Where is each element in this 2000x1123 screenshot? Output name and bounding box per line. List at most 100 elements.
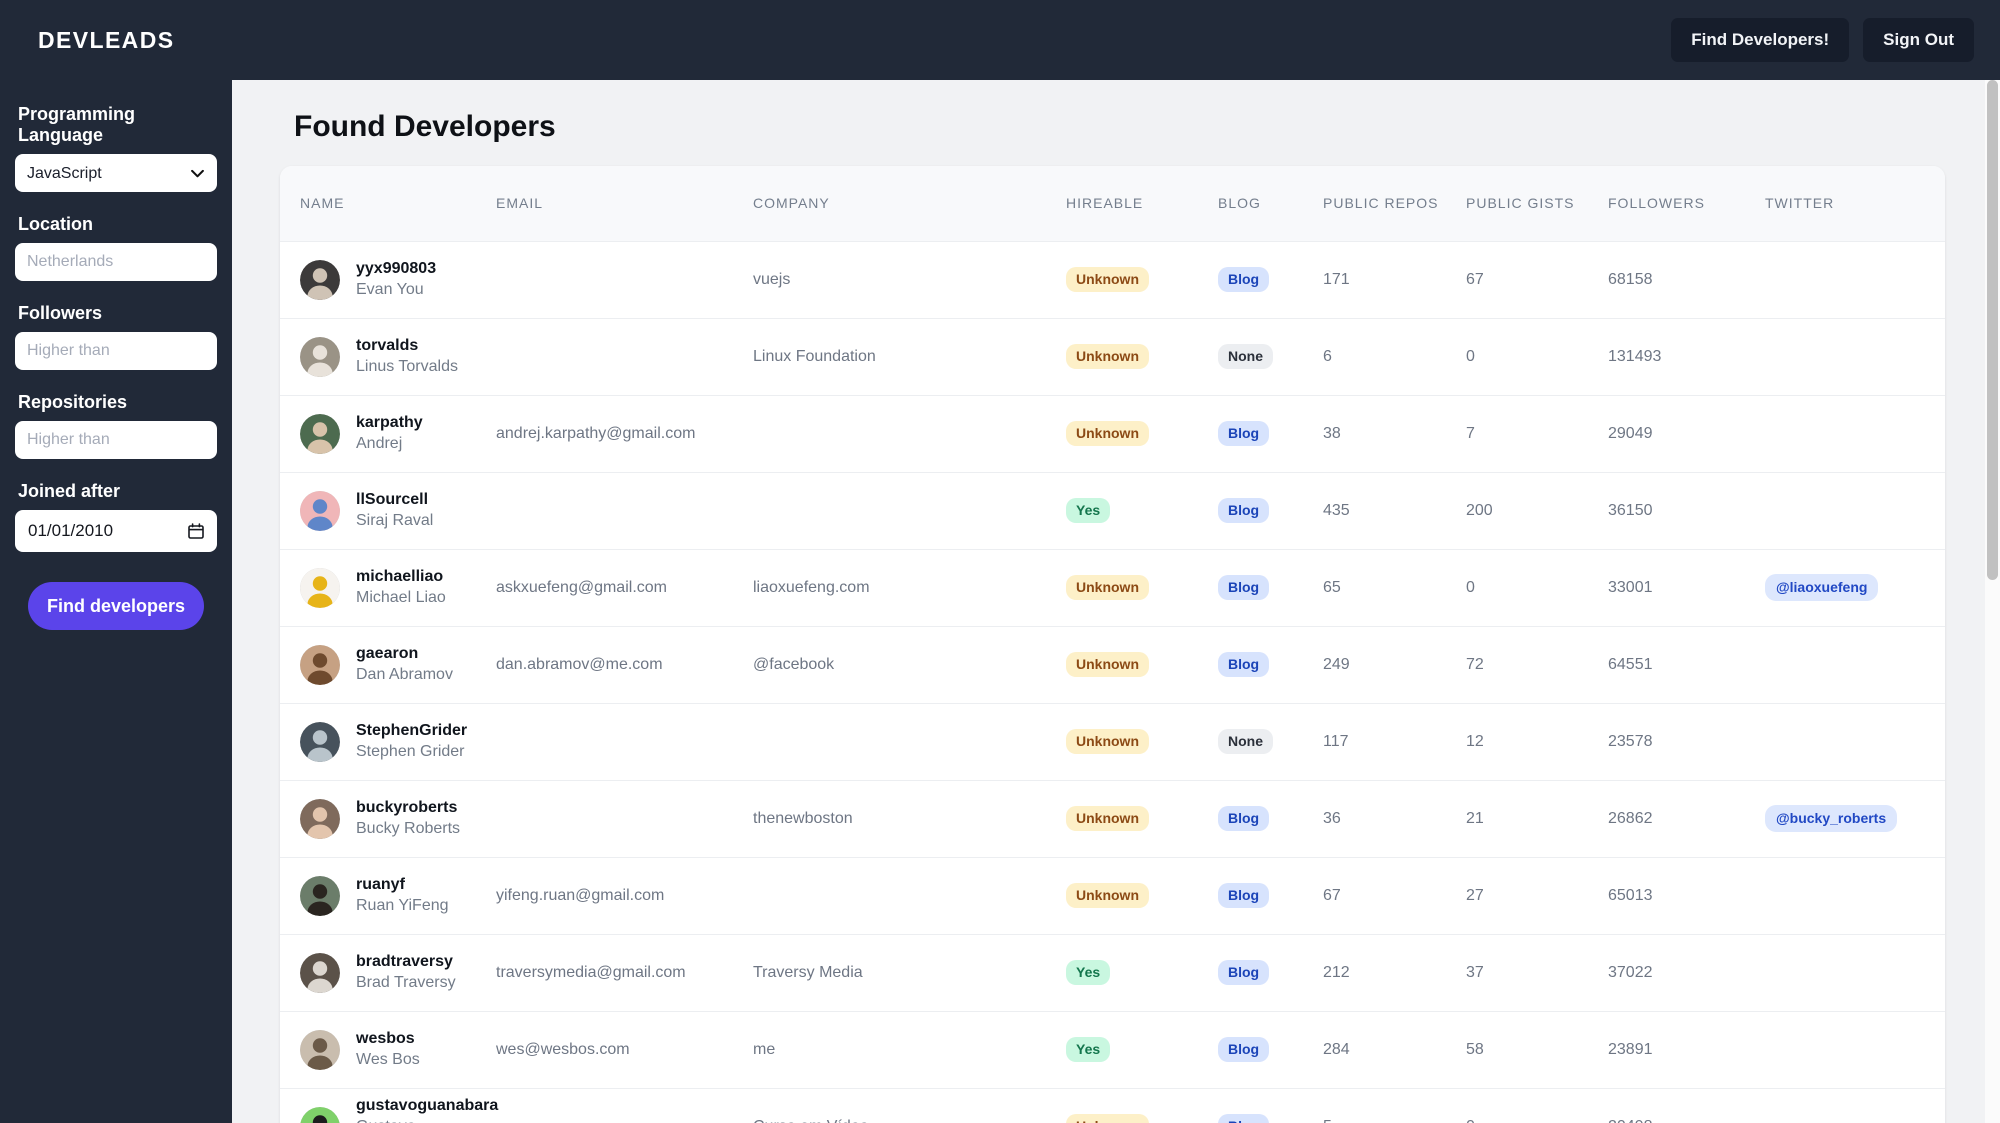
developer-login[interactable]: ruanyf [356, 876, 405, 893]
developer-name: Wes Bos [356, 1051, 420, 1068]
twitter-badge[interactable]: @bucky_roberts [1765, 805, 1897, 832]
developer-login[interactable]: llSourcell [356, 491, 428, 508]
cell-twitter[interactable] [1765, 472, 1945, 549]
hireable-badge: Yes [1066, 960, 1110, 985]
cell-email [496, 318, 753, 395]
cell-blog[interactable]: Blog [1218, 395, 1323, 472]
table-row[interactable]: StephenGriderStephen GriderUnknownNone11… [280, 703, 1945, 780]
cell-followers: 23891 [1608, 1011, 1765, 1088]
developer-login[interactable]: wesbos [356, 1030, 415, 1047]
developer-login[interactable]: gustavoguanabara [356, 1097, 498, 1114]
page-scrollbar-thumb[interactable] [1987, 80, 1998, 580]
language-select-wrapper: JavaScript [15, 154, 217, 192]
cell-public-gists: 67 [1466, 241, 1608, 318]
cell-blog[interactable]: Blog [1218, 857, 1323, 934]
cell-twitter[interactable] [1765, 626, 1945, 703]
main-content: Found Developers NAME EMAIL COMPANY HIRE… [232, 80, 2000, 1123]
cell-blog[interactable]: Blog [1218, 934, 1323, 1011]
table-row[interactable]: karpathyAndrejandrej.karpathy@gmail.com U… [280, 395, 1945, 472]
app-logo[interactable]: DEVLEADS [38, 27, 174, 54]
cell-name: karpathyAndrej [280, 395, 496, 472]
cell-name: wesbos Wes Bos [280, 1011, 496, 1088]
table-header-row: NAME EMAIL COMPANY HIREABLE BLOG PUBLIC … [280, 166, 1945, 241]
cell-email: andrej.karpathy@gmail.com [496, 395, 753, 472]
cell-company: Curso em Vídeo [753, 1088, 1066, 1123]
developer-login[interactable]: gaearon [356, 645, 418, 662]
table-row[interactable]: michaelliaoMichael Liaoaskxuefeng@gmail.… [280, 549, 1945, 626]
cell-public-repos: 117 [1323, 703, 1466, 780]
twitter-badge[interactable]: @liaoxuefeng [1765, 574, 1878, 601]
cell-twitter[interactable] [1765, 395, 1945, 472]
hireable-badge: Unknown [1066, 1114, 1149, 1123]
cell-public-gists: 37 [1466, 934, 1608, 1011]
avatar [300, 414, 340, 454]
cell-hireable: Unknown [1066, 395, 1218, 472]
table-row[interactable]: gustavoguanabaraGustavo GuanabaraCurso e… [280, 1088, 1945, 1123]
cell-company: vuejs [753, 241, 1066, 318]
developer-login[interactable]: karpathy [356, 414, 423, 431]
table-row[interactable]: torvaldsLinus TorvaldsLinux FoundationUn… [280, 318, 1945, 395]
table-row[interactable]: bradtraversyBrad Traversytraversymedia@g… [280, 934, 1945, 1011]
developer-login[interactable]: StephenGrider [356, 722, 467, 739]
main-scroll-track[interactable] [1975, 80, 1985, 1123]
cell-email [496, 472, 753, 549]
cell-blog[interactable]: Blog [1218, 472, 1323, 549]
cell-public-gists: 200 [1466, 472, 1608, 549]
column-header-public-gists: PUBLIC GISTS [1466, 166, 1608, 241]
cell-blog[interactable]: Blog [1218, 780, 1323, 857]
column-header-company: COMPANY [753, 166, 1066, 241]
location-input[interactable] [15, 243, 217, 281]
hireable-badge: Unknown [1066, 806, 1149, 831]
table-header: NAME EMAIL COMPANY HIREABLE BLOG PUBLIC … [280, 166, 1945, 241]
developer-login[interactable]: michaelliao [356, 568, 443, 585]
column-header-email: EMAIL [496, 166, 753, 241]
find-developers-nav-button[interactable]: Find Developers! [1671, 18, 1849, 62]
blog-badge: Blog [1218, 883, 1269, 908]
avatar [300, 722, 340, 762]
filters-sidebar: Programming Language JavaScript Location… [0, 80, 232, 1123]
cell-twitter[interactable] [1765, 703, 1945, 780]
avatar [300, 645, 340, 685]
cell-twitter[interactable]: @liaoxuefeng [1765, 549, 1945, 626]
developer-login[interactable]: buckyroberts [356, 799, 457, 816]
developer-login[interactable]: yyx990803 [356, 260, 436, 277]
cell-email: traversymedia@gmail.com [496, 934, 753, 1011]
cell-twitter[interactable]: @bucky_roberts [1765, 780, 1945, 857]
table-row[interactable]: yyx990803Evan YouvuejsUnknownBlog1716768… [280, 241, 1945, 318]
cell-twitter[interactable] [1765, 241, 1945, 318]
cell-blog[interactable]: None [1218, 318, 1323, 395]
blog-badge: Blog [1218, 652, 1269, 677]
cell-twitter[interactable] [1765, 934, 1945, 1011]
cell-blog[interactable]: Blog [1218, 626, 1323, 703]
cell-hireable: Unknown [1066, 780, 1218, 857]
hireable-badge: Yes [1066, 1037, 1110, 1062]
cell-blog[interactable]: Blog [1218, 241, 1323, 318]
cell-blog[interactable]: Blog [1218, 1011, 1323, 1088]
cell-blog[interactable]: Blog [1218, 549, 1323, 626]
followers-input[interactable] [15, 332, 217, 370]
cell-twitter[interactable] [1765, 1011, 1945, 1088]
cell-followers: 20498 [1608, 1088, 1765, 1123]
table-row[interactable]: buckyrobertsBucky RobertsthenewbostonUnk… [280, 780, 1945, 857]
filter-followers-label: Followers [18, 303, 217, 324]
table-row[interactable]: ruanyfRuan YiFengyifeng.ruan@gmail.comUn… [280, 857, 1945, 934]
cell-blog[interactable]: Blog [1218, 1088, 1323, 1123]
cell-twitter[interactable] [1765, 1088, 1945, 1123]
cell-twitter[interactable] [1765, 318, 1945, 395]
table-row[interactable]: gaearonDan Abramovdan.abramov@me.com@fac… [280, 626, 1945, 703]
cell-blog[interactable]: None [1218, 703, 1323, 780]
avatar [300, 337, 340, 377]
developer-name: Bucky Roberts [356, 820, 460, 837]
sign-out-button[interactable]: Sign Out [1863, 18, 1974, 62]
developer-login[interactable]: torvalds [356, 337, 418, 354]
language-select[interactable]: JavaScript [15, 154, 217, 192]
joined-after-input[interactable]: 01/01/2010 [15, 510, 217, 552]
table-row[interactable]: llSourcellSiraj RavalYesBlog43520036150 [280, 472, 1945, 549]
page-scrollbar[interactable] [1985, 80, 2000, 1123]
avatar [300, 799, 340, 839]
cell-twitter[interactable] [1765, 857, 1945, 934]
repositories-input[interactable] [15, 421, 217, 459]
find-developers-submit-button[interactable]: Find developers [28, 582, 204, 630]
table-row[interactable]: wesbosWes Boswes@wesbos.commeYesBlog2845… [280, 1011, 1945, 1088]
developer-login[interactable]: bradtraversy [356, 953, 453, 970]
